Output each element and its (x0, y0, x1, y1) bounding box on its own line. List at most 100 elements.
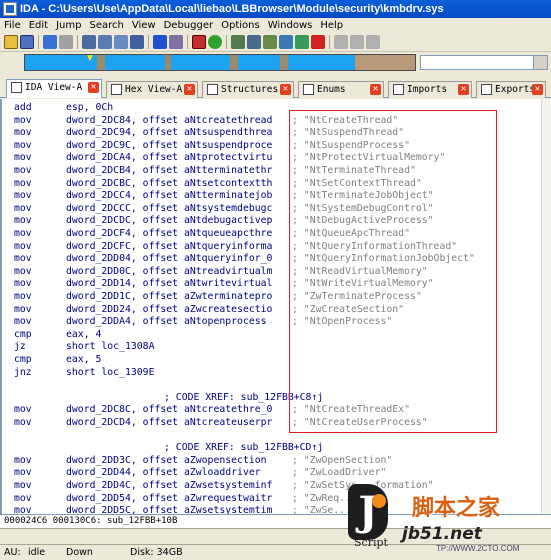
tab-view-icon (111, 84, 122, 95)
menu-search[interactable]: Search (86, 20, 128, 31)
stop-icon[interactable] (366, 34, 380, 49)
toolbar-divider (329, 34, 330, 49)
string-comment: ; "ZwOpenSection" (292, 454, 393, 466)
navigation-band[interactable]: ▼ (24, 54, 416, 71)
jb-logo-icon: J (348, 484, 388, 540)
operands: dword_2DD14, offset aNtwritevirtual (66, 278, 273, 290)
menu-debugger[interactable]: Debugger (160, 20, 218, 31)
tab-structures[interactable]: Structures ✕ (202, 81, 294, 98)
mnemonic: mov (14, 480, 32, 491)
tab-exports[interactable]: Exports ✕ (476, 81, 546, 98)
mnemonic: mov (14, 139, 32, 151)
operands: dword_2DC9C, offset aNtsuspendproce (66, 139, 273, 151)
add-segment-icon[interactable] (231, 34, 245, 49)
operands: dword_2DD04, offset aNtqueryinfor_0 (66, 253, 273, 265)
tab-label: Structures (221, 84, 279, 95)
add-enum-icon[interactable] (263, 34, 277, 49)
tab-close-icon[interactable]: ✕ (370, 84, 381, 95)
operands: dword_2DDA4, offset aNtopenprocess (66, 316, 267, 328)
watermark-script: Script (354, 536, 388, 549)
mnemonic: jnz (14, 366, 32, 378)
graph-icon[interactable] (169, 34, 183, 49)
tab-close-icon[interactable]: ✕ (532, 84, 543, 95)
tab-label: Hex View-A (125, 84, 183, 95)
add-struct-icon[interactable] (247, 34, 261, 49)
play-icon[interactable] (334, 34, 348, 49)
tab-view-icon (207, 84, 218, 95)
pause-icon[interactable] (350, 34, 364, 49)
disassembly-view[interactable]: add esp, 0Ch mov dword_2DC84, offset aNtcre… (0, 99, 551, 514)
tab-close-icon[interactable]: ✕ (280, 84, 291, 95)
tab-hex-view-a[interactable]: Hex View-A ✕ (106, 81, 198, 98)
navigation-band-row: ▼ (0, 52, 551, 74)
immediate-search-icon[interactable] (114, 34, 128, 49)
operands: dword_2DCDC, offset aNtdebugactivep (66, 215, 273, 227)
tab-ida-view-a[interactable]: IDA View-A ✕ (6, 79, 102, 98)
tab-view-icon (303, 84, 314, 95)
operands: short loc_1308A (66, 341, 155, 353)
operands: eax, 5 (66, 354, 102, 365)
mnemonic: mov (14, 253, 32, 265)
operands: dword_2DCF4, offset aNtqueueapcthre (66, 228, 273, 239)
operands: dword_2DCD4, offset aNtcreateuserpr (66, 417, 273, 428)
tab-close-icon[interactable]: ✕ (458, 84, 469, 95)
binary-search-icon[interactable] (82, 34, 96, 49)
open-icon[interactable] (4, 34, 18, 49)
mnemonic: cmp (14, 328, 32, 340)
operands: dword_2DCC4, offset aNtterminatejob (66, 190, 273, 202)
nav-position-arrow-icon: ▼ (85, 54, 95, 64)
menu-bar: File Edit Jump Search View Debugger Options Win… (0, 18, 551, 32)
save-icon[interactable] (20, 34, 34, 49)
operands: dword_2DC84, offset aNtcreatethread (66, 114, 273, 126)
tab-close-icon[interactable]: ✕ (184, 84, 195, 95)
close-red-x-icon[interactable] (311, 34, 325, 49)
add-comment-icon[interactable] (295, 34, 309, 49)
operands: dword_2DCB4, offset aNtterminatethr (66, 165, 273, 176)
mnemonic: mov (14, 417, 32, 428)
tab-imports[interactable]: Imports ✕ (388, 81, 472, 98)
vertical-scrollbar[interactable] (541, 99, 551, 514)
operands: eax, 4 (66, 328, 102, 340)
mnemonic: mov (14, 467, 32, 479)
string-comments-highlight-box (289, 110, 497, 433)
menu-jump[interactable]: Jump (52, 20, 85, 31)
tab-label: Exports (495, 84, 536, 95)
forward-icon[interactable] (59, 34, 73, 49)
add-xref-icon[interactable] (279, 34, 293, 49)
scroll-direction: Down (66, 547, 93, 558)
operands: dword_2DD4C, offset aZwsetsysteminf (66, 480, 273, 491)
menu-options[interactable]: Options (217, 20, 264, 31)
operands: dword_2DCCC, offset aNtsystemdebugc (66, 202, 273, 214)
toolbar-divider (38, 34, 39, 49)
mnemonic: mov (14, 165, 32, 176)
operands: dword_2DCA4, offset aNtprotectvirtu (66, 152, 273, 164)
text-search-icon[interactable] (98, 34, 112, 49)
menu-view[interactable]: View (128, 20, 160, 31)
mnemonic: mov (14, 202, 32, 214)
tab-close-icon[interactable]: ✕ (88, 82, 99, 93)
title-bar: IDA - C:\Users\Use\AppData\Local\liebao\… (0, 0, 551, 18)
menu-windows[interactable]: Windows (264, 20, 317, 31)
ida-app-icon (3, 2, 17, 16)
menu-help[interactable]: Help (316, 20, 347, 31)
operands: dword_2DCFC, offset aNtqueryinforma (66, 240, 273, 252)
menu-edit[interactable]: Edit (25, 20, 52, 31)
watermark-domain: jb51.net (402, 524, 482, 544)
window-title: IDA - C:\Users\Use\AppData\Local\liebao\… (20, 3, 444, 15)
menu-file[interactable]: File (0, 20, 25, 31)
mnemonic: mov (14, 240, 32, 252)
mnemonic: mov (14, 114, 32, 126)
operands: dword_2DC94, offset aNtsuspendthrea (66, 127, 273, 139)
back-icon[interactable] (43, 34, 57, 49)
picture-icon[interactable] (192, 34, 206, 49)
operands: dword_2DD3C, offset aZwopensection (66, 454, 267, 466)
jump-down-icon[interactable] (153, 34, 167, 49)
operands: dword_2DD54, offset aZwrequestwaitr (66, 492, 273, 504)
operands: dword_2DD24, offset aZwcreatesectio (66, 303, 273, 315)
toolbar-divider (77, 34, 78, 49)
next-search-icon[interactable] (130, 34, 144, 49)
tab-enums[interactable]: Enums ✕ (298, 81, 384, 98)
green-run-icon[interactable] (208, 34, 222, 49)
mnemonic: mov (14, 190, 32, 202)
nav-combo-box[interactable] (420, 55, 548, 70)
